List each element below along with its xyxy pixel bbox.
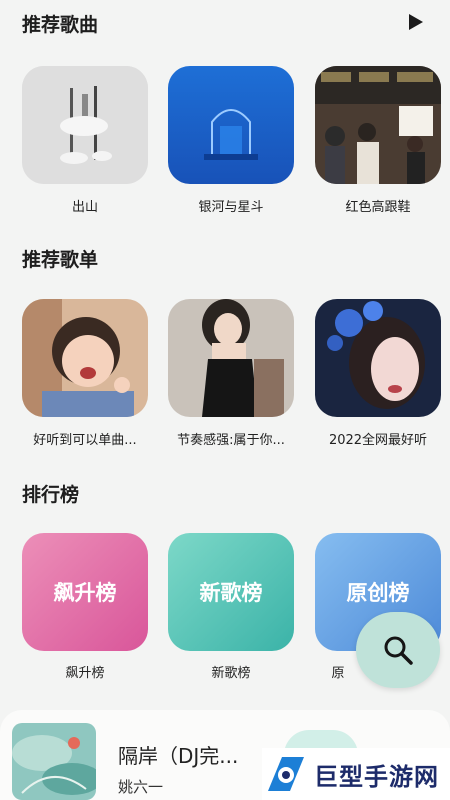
ranking-card-new-songs[interactable]: 新歌榜: [168, 533, 294, 651]
ranking-label[interactable]: 飙升榜: [10, 662, 160, 681]
song-cover-art: [168, 66, 294, 184]
ranking-card-soaring[interactable]: 飙升榜: [22, 533, 148, 651]
search-button[interactable]: [356, 612, 440, 688]
playlist-label[interactable]: 好听到可以单曲...: [10, 429, 160, 448]
song-cover-art: [315, 66, 441, 184]
watermark-logo: 巨型手游网: [262, 748, 450, 800]
play-icon: [409, 14, 423, 30]
player-artist-name: 姚六一: [118, 778, 164, 796]
watermark-icon: [268, 757, 304, 791]
playlist-card[interactable]: [168, 299, 294, 417]
playlist-cover-art: [168, 299, 294, 417]
song-card-hongse[interactable]: [315, 66, 441, 184]
player-song-title: 隔岸（DJ完...: [118, 744, 239, 768]
song-cover-art: [22, 66, 148, 184]
ranking-label[interactable]: 新歌榜: [156, 662, 306, 681]
ranking-card-title: 原创榜: [346, 581, 410, 605]
player-cover-art: [12, 723, 96, 800]
search-icon: [384, 636, 413, 665]
song-label[interactable]: 银河与星斗: [156, 196, 306, 215]
playlist-cover-art: [22, 299, 148, 417]
ranking-card-title: 飙升榜: [53, 581, 117, 605]
section-title-recommended-playlists: 推荐歌单: [22, 249, 99, 271]
section-title-charts: 排行榜: [22, 484, 80, 506]
playlist-card[interactable]: [315, 299, 441, 417]
song-card-yinhe[interactable]: [168, 66, 294, 184]
playlist-cover-art: [315, 299, 441, 417]
section-title-recommended-songs: 推荐歌曲: [22, 14, 99, 36]
player-cover[interactable]: [12, 723, 96, 800]
watermark-text: 巨型手游网: [314, 762, 439, 791]
ranking-card-title: 新歌榜: [199, 581, 263, 605]
playlist-card[interactable]: [22, 299, 148, 417]
playlist-label[interactable]: 节奏感强:属于你...: [156, 429, 306, 448]
song-card-chushan[interactable]: [22, 66, 148, 184]
play-all-button[interactable]: [406, 12, 426, 32]
song-label[interactable]: 红色高跟鞋: [303, 196, 450, 215]
playlist-label[interactable]: 2022全网最好听: [303, 429, 450, 448]
song-label[interactable]: 出山: [10, 196, 160, 215]
